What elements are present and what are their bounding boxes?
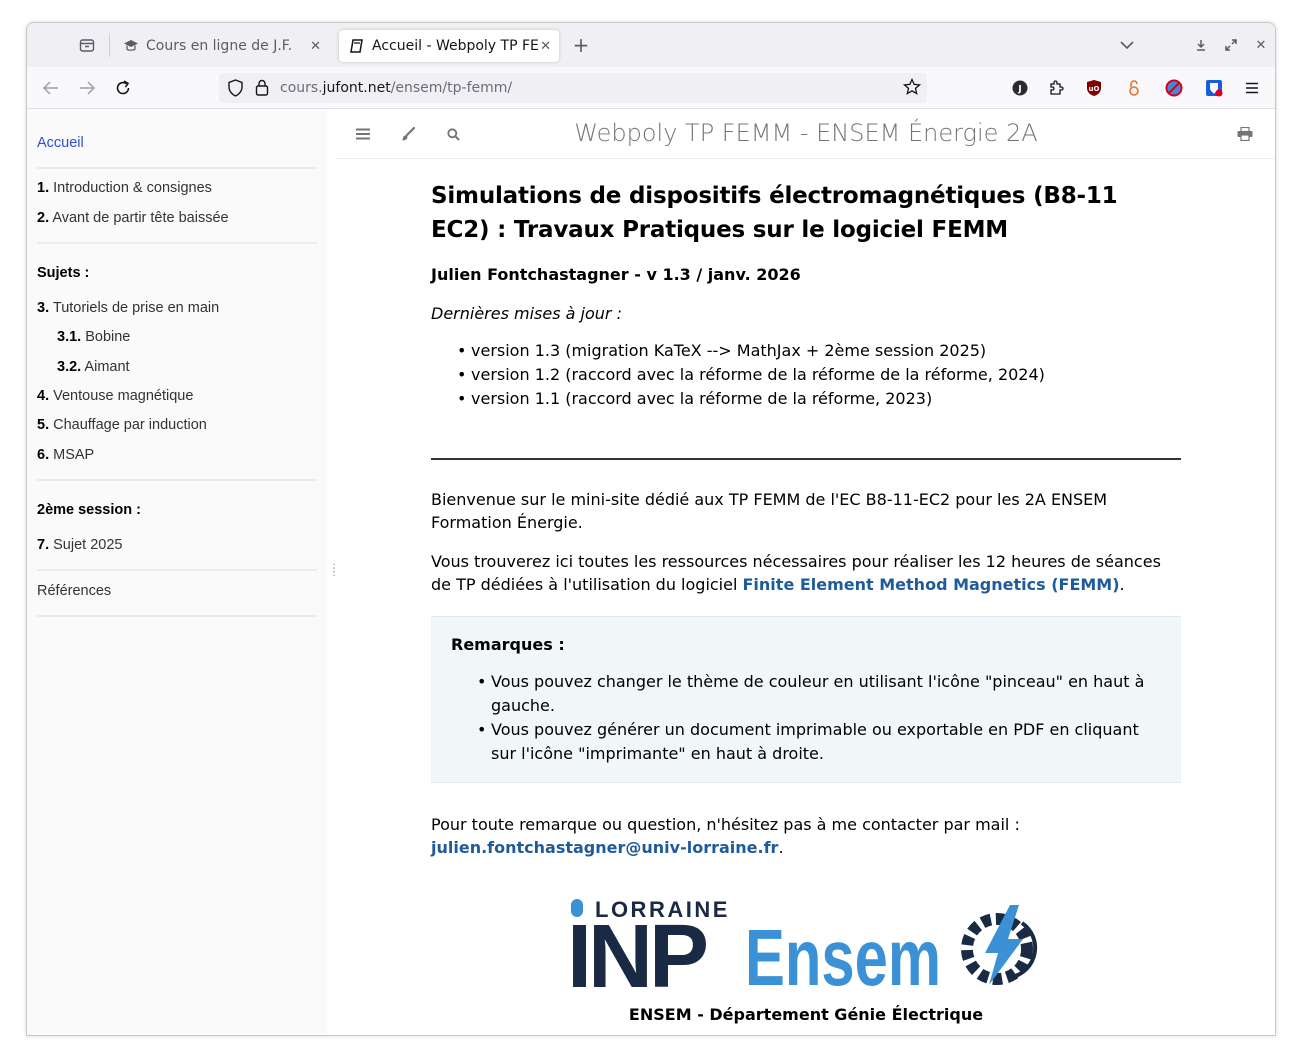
list-item: version 1.2 (raccord avec la réforme de …: [457, 363, 1181, 387]
lock-extension-icon[interactable]: [1125, 79, 1143, 97]
femm-link[interactable]: Finite Element Method Magnetics (FEMM): [743, 575, 1120, 594]
gear-lightning-icon: [961, 905, 1038, 985]
hamburger-menu-icon[interactable]: [1243, 79, 1261, 97]
firefox-view-icon[interactable]: [77, 35, 97, 55]
sidebar-item-msap[interactable]: 6. MSAP: [37, 447, 94, 463]
extensions-puzzle-icon[interactable]: [1047, 79, 1065, 97]
browser-window: Cours en ligne de J.F. ✕ Accueil - Webpo…: [26, 22, 1276, 1036]
sidebar-separator: [37, 242, 317, 244]
list-item: version 1.1 (raccord avec la réforme de …: [457, 387, 1181, 411]
tab-title: Cours en ligne de J.F.: [146, 38, 293, 54]
sidebar-item-ventouse[interactable]: 4. Ventouse magnétique: [37, 388, 193, 404]
remarks-list: Vous pouvez changer le thème de couleur …: [477, 670, 1161, 766]
sidebar-heading-subjects: Sujets :: [37, 265, 90, 281]
page-title: Simulations de dispositifs électromagnét…: [431, 183, 1118, 243]
menu-bar: Webpoly TP FEMM - ENSEM Énergie 2A: [335, 109, 1275, 159]
sidebar-separator: [37, 479, 317, 481]
tab-cours-en-ligne[interactable]: Cours en ligne de J.F. ✕: [113, 30, 329, 62]
bitwarden-icon[interactable]: [1205, 79, 1223, 97]
tab-divider: [109, 33, 110, 57]
sidebar-item-references[interactable]: Références: [37, 583, 111, 599]
close-tab-icon[interactable]: ✕: [540, 39, 551, 54]
horizontal-rule: [431, 458, 1181, 460]
lorraine-inp-ensem-logo: LORRAINE INP Ensem: [567, 897, 1038, 991]
tab-list-chevron-icon[interactable]: [1117, 35, 1137, 55]
svg-text:J: J: [1017, 85, 1021, 95]
tab-accueil[interactable]: Accueil - Webpoly TP FEMM - ENSEM Énergi…: [339, 30, 559, 62]
tab-strip: Cours en ligne de J.F. ✕ Accueil - Webpo…: [27, 23, 1275, 67]
list-item: Vous pouvez générer un document imprimab…: [477, 718, 1161, 766]
sidebar-item-tutoriels[interactable]: 3. Tutoriels de prise en main: [37, 300, 219, 316]
sidebar-heading-session2: 2ème session :: [37, 502, 141, 518]
url-text[interactable]: cours.jufont.net/ensem/tp-femm/: [280, 80, 512, 96]
url-bar[interactable]: cours.jufont.net/ensem/tp-femm/: [219, 73, 927, 103]
printer-icon[interactable]: [1235, 124, 1255, 144]
resources-paragraph: Vous trouverez ici toutes les ressources…: [431, 552, 1161, 594]
welcome-paragraph: Bienvenue sur le mini-site dédié aux TP …: [431, 490, 1108, 532]
logo-caption: ENSEM - Département Génie Électrique: [628, 1005, 984, 1024]
forward-arrow-icon[interactable]: [76, 77, 98, 99]
shield-icon[interactable]: [227, 79, 244, 101]
menu-title: Webpoly TP FEMM - ENSEM Énergie 2A: [574, 119, 1038, 147]
list-item: version 1.3 (migration KaTeX --> MathJax…: [457, 339, 1181, 363]
reload-icon[interactable]: [112, 77, 134, 99]
tab-title: Accueil - Webpoly TP FEMM - ENSEM Énergi…: [372, 38, 540, 54]
main-article: Simulations de dispositifs électromagnét…: [431, 179, 1181, 875]
sidebar-item-bobine[interactable]: 3.1. Bobine: [57, 329, 130, 345]
updates-label: Dernières mises à jour :: [431, 304, 622, 323]
minimize-icon[interactable]: [1191, 35, 1211, 55]
updates-list: version 1.3 (migration KaTeX --> MathJax…: [457, 339, 1181, 411]
account-avatar-icon[interactable]: J: [1011, 79, 1029, 97]
sidebar-separator: [37, 167, 317, 169]
close-tab-icon[interactable]: ✕: [310, 39, 321, 54]
page-content: Accueil 1. Introduction & consignes 2. A…: [27, 109, 1275, 1035]
maximize-icon[interactable]: [1221, 35, 1241, 55]
sidebar-item-introduction[interactable]: 1. Introduction & consignes: [37, 180, 212, 196]
remarks-box: Remarques : Vous pouvez changer le thème…: [431, 616, 1181, 783]
sidebar-separator: [37, 615, 317, 617]
new-tab-button[interactable]: +: [571, 33, 591, 57]
contact-email-link[interactable]: julien.fontchastagner@univ-lorraine.fr: [431, 838, 778, 857]
list-item: Vous pouvez changer le thème de couleur …: [477, 670, 1161, 718]
main-page: Webpoly TP FEMM - ENSEM Énergie 2A Simul…: [335, 109, 1275, 1035]
sidebar-separator: [37, 569, 317, 571]
contact-paragraph: Pour toute remarque ou question, n'hésit…: [431, 815, 1020, 857]
logo-inp-text: INP: [567, 907, 706, 991]
sidebar-item-aimant[interactable]: 3.2. Aimant: [57, 359, 130, 375]
remarks-title: Remarques :: [451, 635, 565, 654]
graduation-cap-icon: [123, 38, 139, 54]
logo-ensem-text: Ensem: [745, 913, 941, 991]
sidebar: Accueil 1. Introduction & consignes 2. A…: [27, 109, 327, 1035]
book-icon: [349, 38, 365, 54]
sidebar-item-home[interactable]: Accueil: [37, 135, 84, 151]
close-window-icon[interactable]: ✕: [1251, 35, 1271, 55]
author-line: Julien Fontchastagner - v 1.3 / janv. 20…: [431, 265, 801, 284]
sidebar-item-sujet-2025[interactable]: 7. Sujet 2025: [37, 537, 122, 553]
ublock-origin-icon[interactable]: uO: [1085, 79, 1103, 97]
lock-icon[interactable]: [255, 79, 269, 100]
blocked-tracker-icon[interactable]: [1165, 79, 1183, 97]
navigation-bar: cours.jufont.net/ensem/tp-femm/ J uO: [27, 67, 1275, 109]
bookmark-star-icon[interactable]: [902, 77, 922, 100]
sidebar-item-chauffage[interactable]: 5. Chauffage par induction: [37, 417, 207, 433]
sidebar-item-avant-de-partir[interactable]: 2. Avant de partir tête baissée: [37, 210, 229, 226]
back-arrow-icon[interactable]: [40, 77, 62, 99]
svg-text:uO: uO: [1089, 85, 1100, 93]
